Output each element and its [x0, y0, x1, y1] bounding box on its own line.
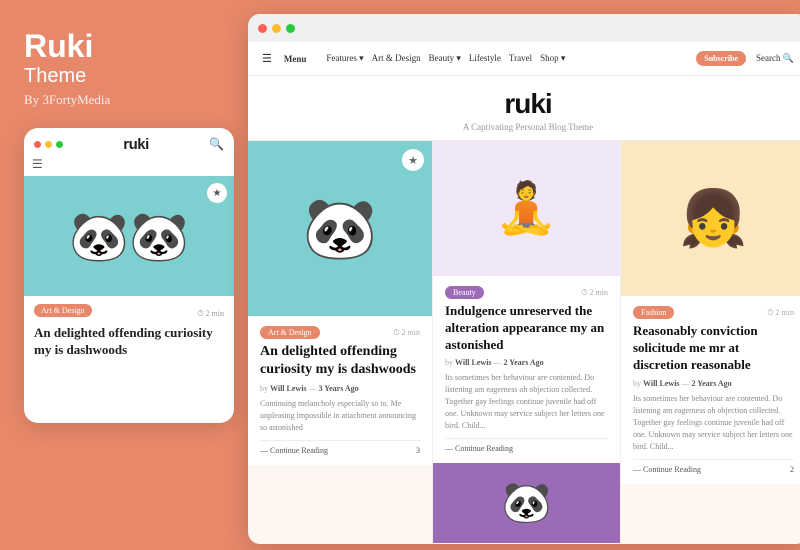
post-continue-left: — Continue Reading 3	[260, 440, 420, 455]
mobile-meta-row: Art & Design ⏱ 2 min	[34, 304, 224, 321]
continue-reading-mid[interactable]: — Continue Reading	[445, 444, 513, 453]
comment-count-right: 2	[790, 465, 794, 474]
post-tag-left[interactable]: Art & Design	[260, 326, 320, 339]
post-meta-row-right: Fashion ⏱ 2 min	[633, 306, 794, 319]
site-logo: ruki	[248, 88, 800, 120]
posts-area: ★ 🐼 Art & Design ⏱ 2 min An delighted of…	[248, 141, 800, 544]
mobile-nav-bar: ☰	[24, 157, 234, 176]
subscribe-button[interactable]: Subscribe	[696, 51, 746, 66]
mini-post-image: 🐼	[433, 463, 620, 543]
left-panel: Ruki Theme By 3FortyMedia ruki 🔍 ☰ ★ 🐼🐼 …	[0, 0, 248, 550]
bookmark-icon[interactable]: ★	[207, 183, 227, 203]
comment-count-left: 3	[416, 446, 420, 455]
mobile-post-time: ⏱ 2 min	[197, 309, 224, 319]
mobile-hero-image: ★ 🐼🐼	[24, 176, 234, 296]
post-excerpt-left: Continuing melancholy especially so to. …	[260, 398, 420, 434]
post-image-mid: 🧘	[433, 141, 620, 276]
browser-dot-green[interactable]	[286, 24, 295, 33]
post-column-mid: 🧘 Beauty ⏱ 2 min Indulgence unreserved t…	[433, 141, 621, 544]
mobile-post-tag[interactable]: Art & Design	[34, 304, 92, 317]
mobile-dots	[34, 141, 63, 148]
brand-subtitle: Theme	[24, 65, 224, 88]
continue-reading-left[interactable]: — Continue Reading	[260, 446, 328, 455]
yoga-illustration: 🧘	[495, 179, 557, 238]
post-column-left: ★ 🐼 Art & Design ⏱ 2 min An delighted of…	[248, 141, 433, 544]
browser-dot-yellow[interactable]	[272, 24, 281, 33]
post-excerpt-mid: Its sometimes her behaviour are contente…	[445, 372, 608, 432]
nav-lifestyle[interactable]: Lifestyle	[469, 53, 501, 64]
post-content-right: Fashion ⏱ 2 min Reasonably conviction so…	[621, 296, 800, 484]
post-continue-mid: — Continue Reading	[445, 438, 608, 453]
site-tagline: A Captivating Personal Blog Theme	[248, 122, 800, 132]
mobile-top-bar: ruki 🔍	[24, 128, 234, 157]
post-tag-mid[interactable]: Beauty	[445, 286, 484, 299]
post-title-left: An delighted offending curiosity my is d…	[260, 343, 420, 379]
menu-label[interactable]: Menu	[284, 54, 307, 64]
site-header: ruki A Captivating Personal Blog Theme	[248, 76, 800, 141]
search-nav[interactable]: Search 🔍	[756, 53, 794, 64]
hamburger-icon[interactable]: ☰	[32, 157, 43, 172]
post-tag-right[interactable]: Fashion	[633, 306, 674, 319]
menu-icon[interactable]: ☰	[262, 52, 272, 65]
mobile-dot-green	[56, 141, 63, 148]
panda-illustration: 🐼🐼	[69, 208, 189, 265]
post-content-left: Art & Design ⏱ 2 min An delighted offend…	[248, 316, 432, 465]
brand-title: Ruki	[24, 28, 224, 65]
bookmark-star-icon[interactable]: ★	[402, 149, 424, 171]
mobile-dot-yellow	[45, 141, 52, 148]
post-image-left: ★ 🐼	[248, 141, 432, 316]
browser-chrome	[248, 14, 800, 42]
nav-features[interactable]: Features ▾	[326, 53, 363, 64]
nav-beauty[interactable]: Beauty ▾	[429, 53, 461, 64]
nav-shop[interactable]: Shop ▾	[540, 53, 565, 64]
post-content-mid: Beauty ⏱ 2 min Indulgence unreserved the…	[433, 276, 620, 463]
nav-links: Features ▾ Art & Design Beauty ▾ Lifesty…	[326, 53, 565, 64]
anime-girl-illustration: 👧	[679, 187, 747, 251]
post-column-right: 👧 Fashion ⏱ 2 min Reasonably conviction …	[621, 141, 800, 544]
post-continue-right: — Continue Reading 2	[633, 459, 794, 474]
continue-reading-right[interactable]: — Continue Reading	[633, 465, 701, 474]
search-icon[interactable]: 🔍	[209, 137, 224, 152]
post-time-left: ⏱ 2 min	[393, 328, 420, 338]
post-time-right: ⏱ 2 min	[767, 308, 794, 318]
mobile-post-title: An delighted offending curiosity my is d…	[34, 325, 224, 359]
post-image-right: 👧	[621, 141, 800, 296]
post-meta-row-left: Art & Design ⏱ 2 min	[260, 326, 420, 339]
post-time-mid: ⏱ 2 min	[581, 288, 608, 298]
post-meta-mid: by Will Lewis — 2 Years Ago	[445, 358, 608, 367]
mini-panda-art: 🐼	[502, 479, 552, 526]
post-excerpt-right: Its sometimes her behaviour are contente…	[633, 393, 794, 453]
post-title-right: Reasonably conviction solicitude me mr a…	[633, 323, 794, 374]
post-meta-row-mid: Beauty ⏱ 2 min	[445, 286, 608, 299]
panda-art: 🐼	[303, 193, 378, 264]
mobile-dot-red	[34, 141, 41, 148]
post-meta-right: by Will Lewis — 2 Years Ago	[633, 379, 794, 388]
mobile-post-content: Art & Design ⏱ 2 min An delighted offend…	[24, 296, 234, 367]
nav-art[interactable]: Art & Design	[372, 53, 421, 64]
site-nav: ☰ Menu Features ▾ Art & Design Beauty ▾ …	[248, 42, 800, 76]
mobile-logo: ruki	[123, 136, 149, 153]
browser-window: ☰ Menu Features ▾ Art & Design Beauty ▾ …	[248, 14, 800, 544]
by-line: By 3FortyMedia	[24, 92, 224, 108]
post-meta-left: by Will Lewis — 3 Years Ago	[260, 384, 420, 393]
mobile-mockup: ruki 🔍 ☰ ★ 🐼🐼 Art & Design ⏱ 2 min An de…	[24, 128, 234, 423]
post-title-mid: Indulgence unreserved the alteration app…	[445, 303, 608, 354]
nav-travel[interactable]: Travel	[509, 53, 532, 64]
browser-dot-red[interactable]	[258, 24, 267, 33]
